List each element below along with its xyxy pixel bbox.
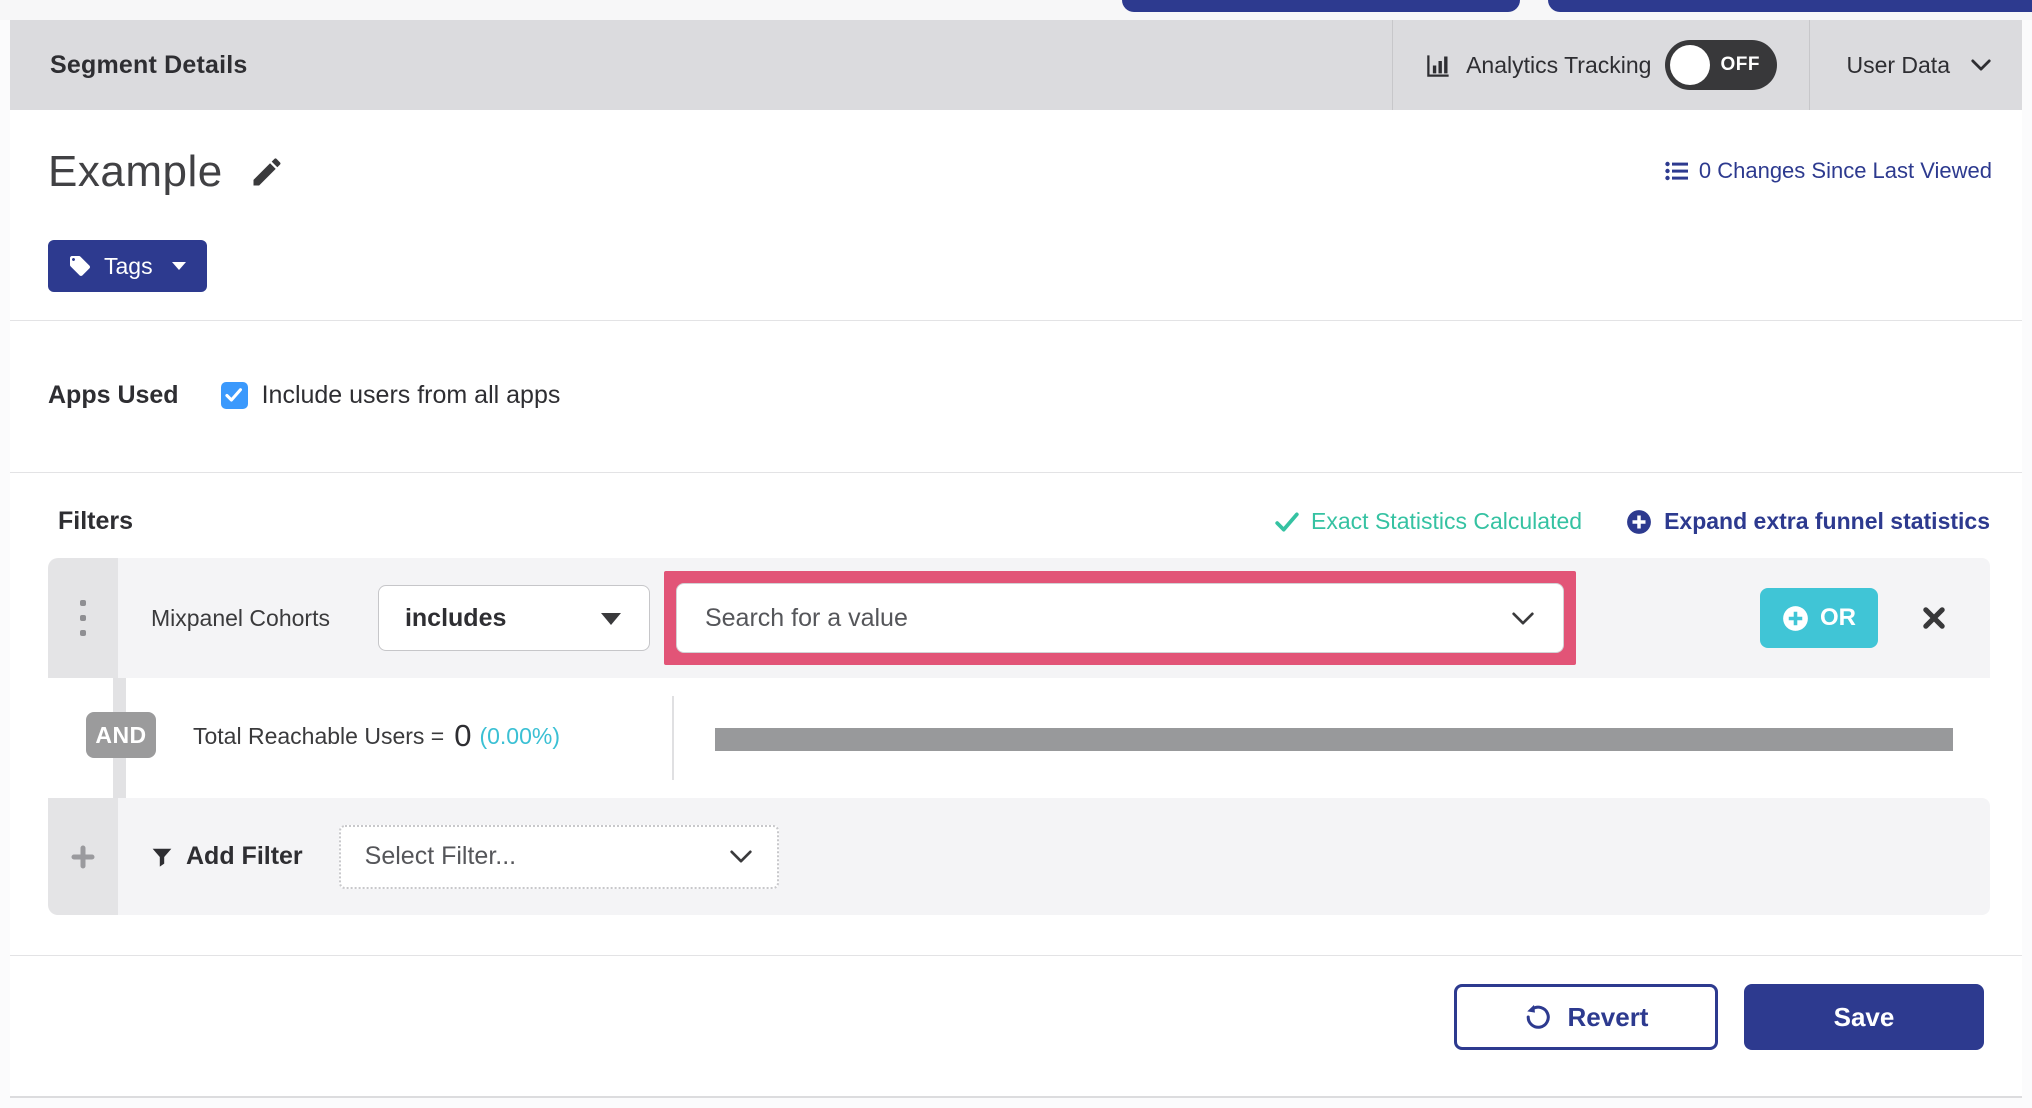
- include-all-apps-option: Include users from all apps: [220, 381, 561, 410]
- add-filter-label: Add Filter: [186, 842, 303, 870]
- filters-title: Filters: [58, 507, 134, 535]
- list-icon: [1665, 160, 1689, 182]
- analytics-tracking-toggle[interactable]: OFF: [1665, 40, 1778, 90]
- caret-down-icon: [171, 261, 187, 271]
- add-or-condition-button[interactable]: OR: [1760, 588, 1878, 648]
- cutoff-tab-button-right[interactable]: [1548, 0, 2032, 12]
- bar-chart-icon: [1425, 52, 1452, 79]
- toggle-state-label: OFF: [1720, 54, 1760, 75]
- operator-value: includes: [404, 603, 507, 632]
- header-bar: Segment Details Analytics Tracking OFF U…: [10, 20, 2022, 110]
- drag-dot: [80, 600, 86, 606]
- filter-field-label: Mixpanel Cohorts: [151, 604, 330, 631]
- exact-statistics-label: Exact Statistics Calculated: [1311, 508, 1583, 534]
- filters-header: Filters Exact Statistics Calculated Expa…: [48, 507, 1990, 536]
- tag-icon: [68, 254, 92, 278]
- analytics-tracking-label: Analytics Tracking: [1466, 51, 1652, 78]
- value-search-placeholder: Search for a value: [704, 603, 908, 632]
- select-filter-dropdown[interactable]: Select Filter...: [338, 824, 779, 889]
- or-button-label: OR: [1820, 604, 1856, 631]
- top-strip: [0, 0, 2032, 20]
- funnel-icon: [151, 846, 173, 868]
- analytics-tracking-control: Analytics Tracking OFF: [1392, 20, 1809, 110]
- drag-dot: [80, 615, 86, 621]
- reachable-users-percent: (0.00%): [479, 722, 561, 749]
- drag-handle[interactable]: [48, 558, 118, 678]
- caret-down-icon: [599, 611, 623, 626]
- revert-button[interactable]: Revert: [1454, 984, 1718, 1050]
- chevron-down-icon: [1511, 611, 1535, 626]
- title-section: Example 0 Changes Since Last Viewed Tags: [10, 110, 2022, 320]
- user-data-dropdown[interactable]: User Data: [1809, 20, 2022, 110]
- apps-used-label: Apps Used: [48, 381, 179, 409]
- chevron-down-icon: [729, 849, 753, 864]
- segment-details-panel: Segment Details Analytics Tracking OFF U…: [10, 20, 2022, 1098]
- total-reachable-users: Total Reachable Users = 0 (0.00%): [193, 708, 560, 764]
- filters-section: Filters Exact Statistics Calculated Expa…: [10, 473, 2022, 955]
- revert-arrow-icon: [1524, 1003, 1552, 1031]
- vertical-divider: [672, 696, 674, 780]
- filter-row: Mixpanel Cohorts includes Search for a v…: [48, 558, 1990, 678]
- filter-and-row: AND Total Reachable Users = 0 (0.00%): [48, 678, 1990, 798]
- exact-statistics-status: Exact Statistics Calculated: [1275, 508, 1582, 535]
- include-all-apps-checkbox[interactable]: [220, 382, 248, 409]
- plus-circle-icon: [1626, 509, 1652, 535]
- chevron-down-icon: [1970, 58, 1992, 72]
- remove-filter-icon[interactable]: [1920, 604, 1948, 632]
- check-icon: [1275, 512, 1299, 532]
- select-filter-placeholder: Select Filter...: [364, 842, 517, 870]
- reachable-users-label: Total Reachable Users =: [193, 722, 445, 749]
- cutoff-tab-button-left[interactable]: [1122, 0, 1520, 12]
- and-badge: AND: [86, 712, 156, 758]
- changes-link-label: 0 Changes Since Last Viewed: [1698, 158, 1992, 183]
- apps-used-section: Apps Used Include users from all apps: [10, 321, 2022, 472]
- page-title: Segment Details: [50, 50, 248, 79]
- drag-dot: [80, 630, 86, 636]
- plus-circle-icon: [1782, 605, 1809, 632]
- footer-actions: Revert Save: [10, 956, 2022, 1096]
- reachable-users-progress-bar: [715, 728, 1953, 751]
- add-filter-label-group: Add Filter: [151, 842, 303, 871]
- reachable-users-value: 0: [454, 718, 472, 753]
- filters-header-right: Exact Statistics Calculated Expand extra…: [1275, 508, 1990, 535]
- include-all-apps-label: Include users from all apps: [261, 381, 561, 409]
- expand-funnel-statistics-link[interactable]: Expand extra funnel statistics: [1626, 508, 1990, 535]
- segment-name: Example: [48, 147, 223, 196]
- add-filter-plus-handle[interactable]: [48, 798, 118, 915]
- revert-button-label: Revert: [1567, 1001, 1649, 1032]
- filter-row-content: Mixpanel Cohorts includes Search for a v…: [118, 558, 1990, 678]
- add-filter-row: Add Filter Select Filter...: [48, 798, 1990, 915]
- user-data-label: User Data: [1846, 51, 1950, 78]
- save-button[interactable]: Save: [1744, 984, 1984, 1050]
- toggle-knob: [1670, 45, 1711, 85]
- changes-since-last-viewed-link[interactable]: 0 Changes Since Last Viewed: [1665, 158, 1992, 184]
- tags-button[interactable]: Tags: [48, 240, 207, 292]
- operator-select[interactable]: includes: [377, 585, 650, 651]
- expand-funnel-statistics-label: Expand extra funnel statistics: [1664, 508, 1990, 534]
- add-filter-content: Add Filter Select Filter...: [118, 798, 1990, 915]
- highlight-annotation: Search for a value: [663, 571, 1576, 665]
- edit-pencil-icon[interactable]: [249, 154, 285, 190]
- value-search-select[interactable]: Search for a value: [675, 583, 1564, 653]
- tags-button-label: Tags: [104, 252, 153, 279]
